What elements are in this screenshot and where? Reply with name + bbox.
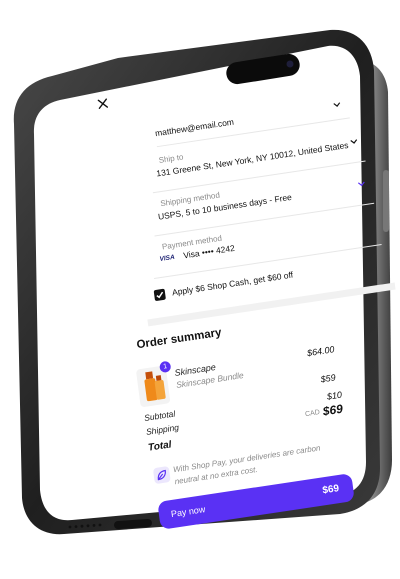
close-icon[interactable] (96, 97, 109, 111)
total-value: $69 (321, 401, 344, 419)
visa-logo-icon: VISA (159, 253, 176, 263)
ship-to-value: 131 Greene St, New York, NY 10012, Unite… (155, 139, 349, 179)
total-label: Total (147, 439, 173, 454)
pay-now-label: Pay now (170, 504, 206, 520)
chevron-down-icon (357, 181, 365, 187)
product-price: $64.00 (306, 344, 336, 359)
subtotal-label: Subtotal (143, 408, 176, 424)
chevron-down-icon (333, 102, 341, 107)
shipping-value: $10 (326, 389, 343, 402)
ship-to-label: Ship to (158, 152, 184, 166)
total-currency: CAD (304, 409, 321, 419)
checkmark-icon (156, 291, 164, 299)
checkout-screen: matthew@email.com Ship to 131 Greene St,… (0, 0, 400, 579)
checkbox[interactable] (153, 288, 166, 302)
leaf-icon (152, 465, 171, 485)
shipping-label: Shipping (145, 422, 180, 437)
chevron-down-icon (350, 139, 358, 144)
quantity-badge: 1 (159, 360, 172, 374)
subtotal-value: $59 (320, 372, 337, 385)
order-summary-title: Order summary (135, 326, 223, 352)
pay-now-amount: $69 (321, 483, 340, 497)
email-value: matthew@email.com (154, 116, 235, 139)
